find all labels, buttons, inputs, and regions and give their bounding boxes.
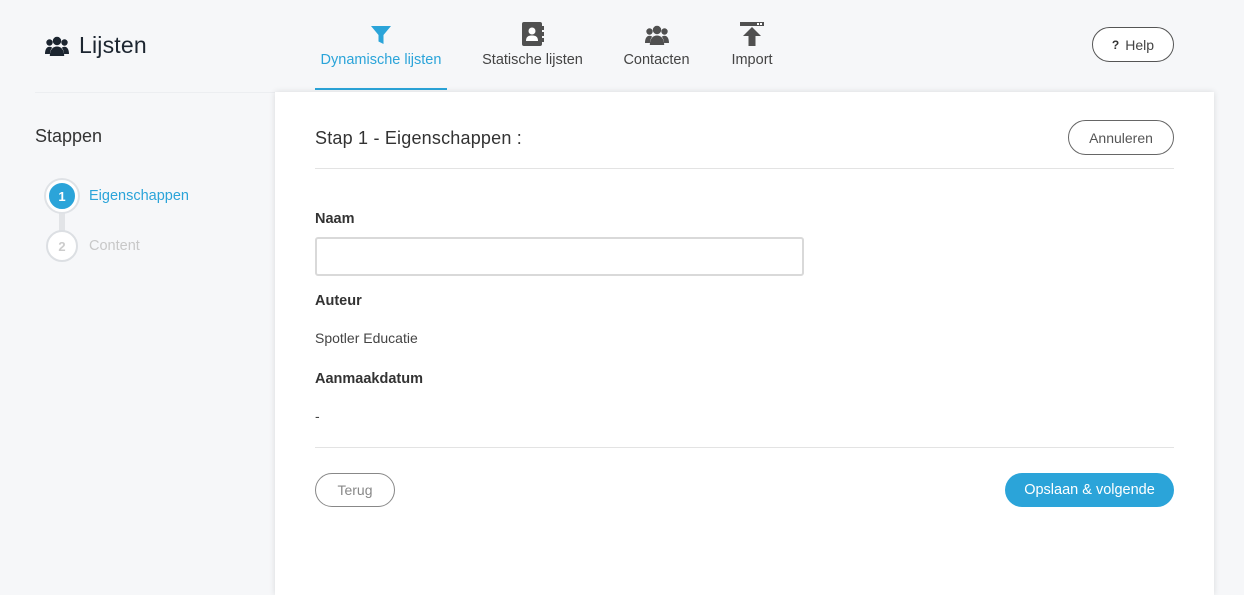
tab-dynamische-lijsten[interactable]: Dynamische lijsten — [315, 0, 447, 92]
filter-icon — [371, 26, 391, 44]
name-input[interactable] — [315, 237, 804, 276]
step-label: Eigenschappen — [89, 188, 189, 204]
steps-sidebar: Stappen 1 Eigenschappen 2 Content — [35, 92, 275, 595]
users-icon — [644, 25, 669, 45]
step-content[interactable]: 2 Content — [46, 230, 140, 262]
author-label: Auteur — [315, 293, 362, 309]
step-eigenschappen[interactable]: 1 Eigenschappen — [46, 180, 189, 212]
address-book-icon — [521, 22, 544, 46]
tab-label: Statische lijsten — [482, 52, 583, 68]
tab-label: Import — [731, 52, 773, 68]
upload-icon — [740, 22, 764, 46]
app-title-text: Lijsten — [79, 32, 147, 58]
cancel-button[interactable]: Annuleren — [1068, 120, 1174, 155]
save-next-button[interactable]: Opslaan & volgende — [1005, 473, 1174, 507]
footer-divider — [315, 447, 1174, 448]
header-divider — [315, 168, 1174, 169]
step-label: Content — [89, 238, 140, 254]
active-tab-indicator — [315, 88, 447, 90]
created-date-label: Aanmaakdatum — [315, 371, 423, 387]
help-label: Help — [1125, 36, 1155, 53]
app-title: Lijsten — [45, 32, 147, 59]
form-card: Stap 1 - Eigenschappen : Annuleren Naam … — [275, 92, 1214, 595]
tab-label: Dynamische lijsten — [320, 52, 442, 68]
author-value: Spotler Educatie — [315, 330, 418, 346]
created-date-value: - — [315, 408, 320, 424]
tab-import[interactable]: Import — [730, 0, 774, 92]
tab-contacten[interactable]: Contacten — [623, 0, 690, 92]
name-label: Naam — [315, 211, 355, 227]
page-title: Stap 1 - Eigenschappen : — [315, 128, 522, 148]
tab-statische-lijsten[interactable]: Statische lijsten — [482, 0, 583, 92]
back-button[interactable]: Terug — [315, 473, 395, 507]
question-icon: ? — [1111, 37, 1120, 52]
step-number: 2 — [46, 230, 78, 262]
sidebar-title: Stappen — [35, 126, 103, 146]
step-number: 1 — [46, 180, 78, 212]
tab-label: Contacten — [623, 52, 690, 68]
help-button[interactable]: ? Help — [1092, 27, 1174, 62]
users-icon — [45, 36, 69, 56]
header: Lijsten Dynamische lijsten Statische lij… — [0, 0, 1244, 92]
